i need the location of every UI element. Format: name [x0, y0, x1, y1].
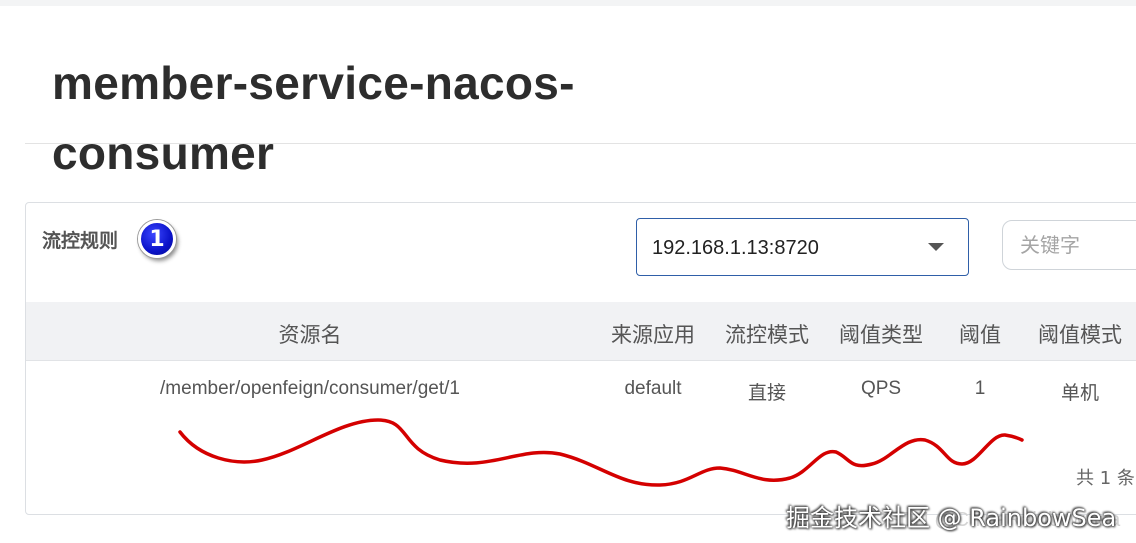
machine-select-value: 192.168.1.13:8720 — [652, 237, 819, 259]
cell-cluster-mode: 单机 — [1060, 382, 1099, 404]
total-count: 共 1 条 — [1076, 468, 1135, 489]
top-strip — [0, 0, 1136, 6]
cell-threshold: 1 — [974, 378, 986, 399]
title-divider — [25, 143, 1136, 144]
cell-flow-mode: 直接 — [747, 382, 786, 404]
column-header-flow-mode[interactable]: 流控模式 — [712, 319, 822, 349]
column-header-threshold-type[interactable]: 阈值类型 — [826, 319, 936, 349]
column-header-threshold[interactable]: 阈值 — [940, 319, 1020, 349]
column-header-cluster-mode[interactable]: 阈值模式 — [1028, 319, 1132, 349]
keyword-search-input[interactable] — [1002, 220, 1136, 270]
panel-title: 流控规则 — [42, 230, 119, 252]
machine-select[interactable]: 192.168.1.13:8720 — [636, 218, 969, 276]
column-header-resource-name[interactable]: 资源名 — [190, 319, 430, 349]
juejin-watermark: 掘金技术社区 @ RainbowSea — [786, 504, 1117, 532]
cell-resource-name: /member/openfeign/consumer/get/1 — [160, 378, 460, 399]
page-title: member-service-nacos-consumer — [52, 57, 575, 179]
step-number-badge: 1 — [138, 220, 176, 258]
cell-threshold-type: QPS — [860, 378, 902, 399]
chevron-down-icon — [928, 243, 944, 251]
cell-limit-app: default — [624, 378, 682, 399]
column-header-limit-app[interactable]: 来源应用 — [598, 319, 708, 349]
